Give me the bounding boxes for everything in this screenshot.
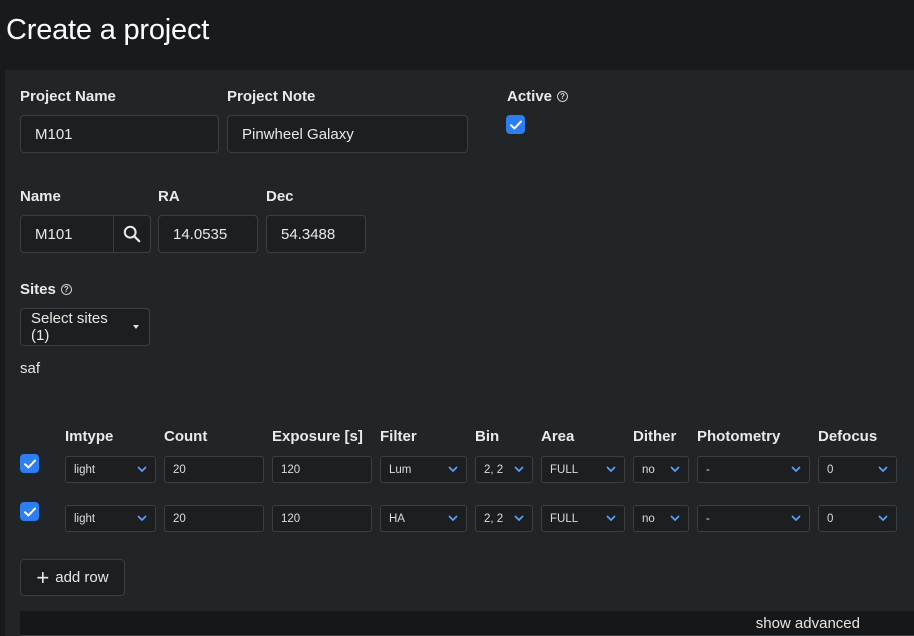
area-select[interactable]: FULL bbox=[541, 456, 625, 483]
sites-label: Sites ? bbox=[20, 281, 72, 298]
chevron-down-icon bbox=[791, 466, 801, 473]
bin-select[interactable]: 2, 2 bbox=[475, 505, 533, 532]
col-header-photometry: Photometry bbox=[697, 428, 781, 445]
chevron-down-icon bbox=[670, 515, 680, 522]
count-input[interactable]: 20 bbox=[164, 505, 264, 532]
chevron-down-icon bbox=[606, 466, 616, 473]
area-select[interactable]: FULL bbox=[541, 505, 625, 532]
col-header-defocus: Defocus bbox=[818, 428, 878, 445]
active-label: Active ? bbox=[507, 88, 569, 105]
ra-input[interactable]: 14.0535 bbox=[158, 215, 258, 253]
row-select-checkbox[interactable] bbox=[20, 454, 39, 473]
chevron-down-icon bbox=[606, 515, 616, 522]
chevron-down-icon bbox=[878, 515, 888, 522]
active-checkbox[interactable] bbox=[506, 115, 525, 134]
chevron-down-icon bbox=[137, 466, 147, 473]
select-sites-dropdown[interactable]: Select sites (1) bbox=[20, 308, 150, 346]
defocus-select[interactable]: 0 bbox=[818, 456, 897, 483]
col-header-dither: Dither bbox=[633, 428, 677, 445]
imtype-select[interactable]: light bbox=[65, 456, 156, 483]
count-input[interactable]: 20 bbox=[164, 456, 264, 483]
check-icon bbox=[23, 507, 36, 516]
target-name-label: Name bbox=[20, 188, 61, 205]
search-icon bbox=[123, 225, 141, 243]
photometry-select[interactable]: - bbox=[697, 456, 810, 483]
help-circle-icon[interactable]: ? bbox=[60, 284, 72, 295]
chevron-down-icon bbox=[791, 515, 801, 522]
bin-select[interactable]: 2, 2 bbox=[475, 456, 533, 483]
project-name-input[interactable]: M101 bbox=[20, 115, 219, 153]
chevron-down-icon bbox=[448, 515, 458, 522]
chevron-down-icon bbox=[448, 466, 458, 473]
dec-label: Dec bbox=[266, 188, 294, 205]
imtype-select[interactable]: light bbox=[65, 505, 156, 532]
filter-select[interactable]: HA bbox=[380, 505, 467, 532]
add-row-button[interactable]: + add row bbox=[20, 559, 125, 596]
add-row-label: add row bbox=[55, 569, 109, 586]
plus-icon: + bbox=[36, 564, 50, 590]
dec-input[interactable]: 54.3488 bbox=[266, 215, 366, 253]
col-header-imtype: Imtype bbox=[65, 428, 114, 445]
chevron-down-icon bbox=[137, 515, 147, 522]
page-title: Create a project bbox=[6, 14, 210, 46]
row-select-checkbox[interactable] bbox=[20, 502, 39, 521]
target-search-button[interactable] bbox=[113, 215, 151, 253]
filter-select[interactable]: Lum bbox=[380, 456, 467, 483]
project-form-panel bbox=[5, 70, 914, 636]
selected-site: saf bbox=[20, 360, 41, 377]
chevron-down-icon bbox=[878, 466, 888, 473]
ra-label: RA bbox=[158, 188, 180, 205]
help-circle-icon[interactable]: ? bbox=[557, 91, 569, 102]
photometry-select[interactable]: - bbox=[697, 505, 810, 532]
chevron-down-icon bbox=[514, 466, 524, 473]
exposure-input[interactable]: 120 bbox=[272, 456, 372, 483]
col-header-exposure: Exposure [s] bbox=[272, 428, 363, 445]
col-header-count: Count bbox=[164, 428, 208, 445]
col-header-filter: Filter bbox=[380, 428, 417, 445]
show-advanced-link[interactable]: show advanced bbox=[756, 615, 860, 632]
target-name-input[interactable]: M101 bbox=[20, 215, 114, 253]
project-name-label: Project Name bbox=[20, 88, 116, 105]
check-icon bbox=[509, 120, 522, 129]
caret-down-icon bbox=[133, 325, 139, 329]
col-header-area: Area bbox=[541, 428, 575, 445]
chevron-down-icon bbox=[514, 515, 524, 522]
defocus-select[interactable]: 0 bbox=[818, 505, 897, 532]
exposure-input[interactable]: 120 bbox=[272, 505, 372, 532]
chevron-down-icon bbox=[670, 466, 680, 473]
col-header-bin: Bin bbox=[475, 428, 500, 445]
project-note-input[interactable]: Pinwheel Galaxy bbox=[227, 115, 468, 153]
dither-select[interactable]: no bbox=[633, 505, 689, 532]
check-icon bbox=[23, 459, 36, 468]
project-note-label: Project Note bbox=[227, 88, 316, 105]
advanced-bar: show advanced bbox=[20, 611, 914, 636]
dither-select[interactable]: no bbox=[633, 456, 689, 483]
